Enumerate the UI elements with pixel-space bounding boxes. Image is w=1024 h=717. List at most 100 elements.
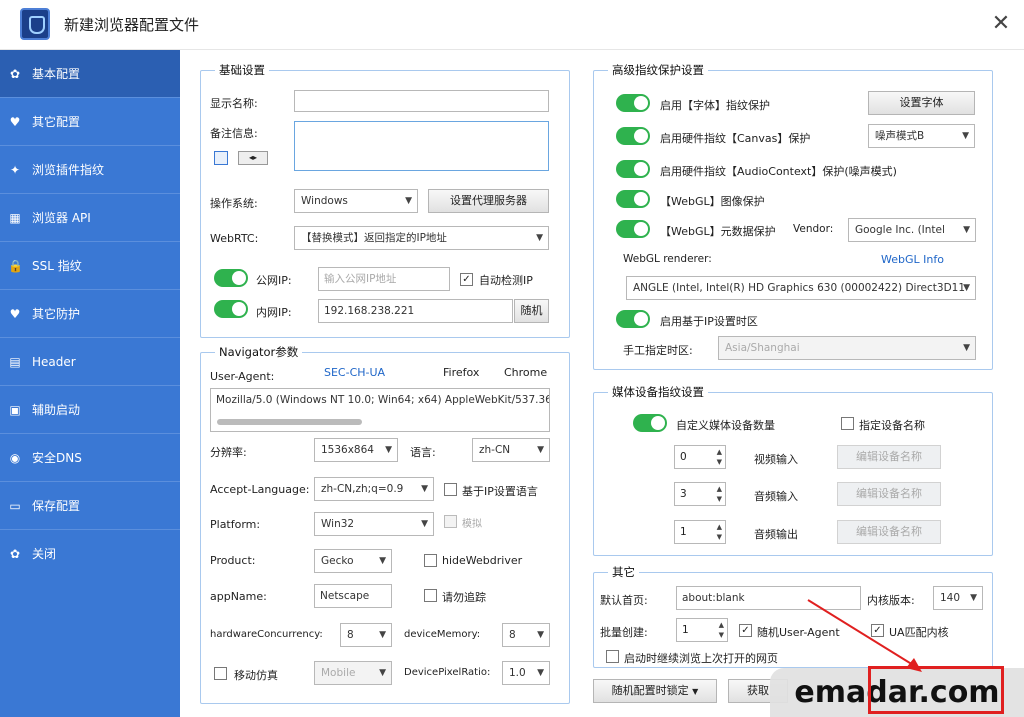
homepage-input[interactable]: about:blank xyxy=(676,586,861,610)
language-select[interactable]: zh-CN ▼ xyxy=(472,438,550,462)
webgl-image-toggle[interactable] xyxy=(616,190,650,208)
audio-output-spinner[interactable]: 1 ▲ ▼ xyxy=(674,520,726,544)
random-ua-checkbox[interactable]: ✓ xyxy=(739,624,752,637)
sec-ch-ua-link[interactable]: SEC-CH-UA xyxy=(324,366,385,379)
proxy-settings-button[interactable]: 设置代理服务器 xyxy=(428,189,549,213)
chevron-down-icon: ▼ xyxy=(421,519,428,529)
mobile-value: Mobile xyxy=(321,667,356,679)
platform-select[interactable]: Win32 ▼ xyxy=(314,512,434,536)
vendor-select[interactable]: Google Inc. (Intel ▼ xyxy=(848,218,976,242)
group-title: 其它 xyxy=(608,564,639,580)
sidebar-item-browser-api[interactable]: ▦ 浏览器 API xyxy=(0,194,180,242)
webrtc-select[interactable]: 【替换模式】返回指定的IP地址 ▼ xyxy=(294,226,549,250)
private-ip-input[interactable]: 192.168.238.221 xyxy=(318,299,513,323)
audio-input-spinner[interactable]: 3 ▲ ▼ xyxy=(674,482,726,506)
dpr-select[interactable]: 1.0 ▼ xyxy=(502,661,550,685)
manual-timezone-select[interactable]: Asia/Shanghai ▼ xyxy=(718,336,976,360)
edit-audio-output-button[interactable]: 编辑设备名称 xyxy=(837,520,941,544)
sidebar-item-other-config[interactable]: ♥ 其它配置 xyxy=(0,98,180,146)
spinner-arrows-icon[interactable]: ▲ ▼ xyxy=(717,484,722,504)
lock-random-config-button[interactable]: 随机配置时锁定 ▼ xyxy=(593,679,717,703)
appname-input[interactable]: Netscape xyxy=(314,584,392,608)
sidebar-item-label: Header xyxy=(32,355,76,369)
chevron-down-icon: ▼ xyxy=(379,556,386,566)
public-ip-input[interactable]: 输入公网IP地址 xyxy=(318,267,450,291)
device-memory-value: 8 xyxy=(509,629,516,641)
sidebar-item-plugin-fingerprint[interactable]: ✦ 浏览插件指纹 xyxy=(0,146,180,194)
device-name-checkbox[interactable] xyxy=(841,417,854,430)
custom-media-toggle[interactable] xyxy=(633,414,667,432)
device-memory-select[interactable]: 8 ▼ xyxy=(502,623,550,647)
continue-session-checkbox[interactable] xyxy=(606,650,619,663)
spinner-arrows-icon[interactable]: ▲ ▼ xyxy=(719,620,724,640)
note-label: 备注信息: xyxy=(210,127,258,140)
audio-input-label: 音频输入 xyxy=(754,490,798,503)
chevron-down-icon: ▼ xyxy=(385,445,392,455)
audio-protection-toggle[interactable] xyxy=(616,160,650,178)
kernel-version-label: 内核版本: xyxy=(867,594,915,607)
mobile-select[interactable]: Mobile ▼ xyxy=(314,661,392,685)
hardware-concurrency-select[interactable]: 8 ▼ xyxy=(340,623,392,647)
os-value: Windows xyxy=(301,195,348,207)
sidebar-item-label: 浏览器 API xyxy=(32,211,91,225)
dnt-checkbox[interactable] xyxy=(424,589,437,602)
sidebar-item-dns[interactable]: ◉ 安全DNS xyxy=(0,434,180,482)
sidebar-item-ssl[interactable]: 🔒 SSL 指纹 xyxy=(0,242,180,290)
display-name-label: 显示名称: xyxy=(210,97,258,110)
edit-video-device-button[interactable]: 编辑设备名称 xyxy=(837,445,941,469)
spinner-arrows-icon[interactable]: ▲ ▼ xyxy=(717,522,722,542)
resolution-select[interactable]: 1536x864 ▼ xyxy=(314,438,398,462)
canvas-mode-select[interactable]: 噪声模式B ▼ xyxy=(868,124,975,148)
ip-language-checkbox[interactable] xyxy=(444,483,457,496)
webgl-renderer-select[interactable]: ANGLE (Intel, Intel(R) HD Graphics 630 (… xyxy=(626,276,976,300)
chrome-option[interactable]: Chrome xyxy=(504,366,547,379)
audio-output-value: 1 xyxy=(680,526,687,538)
sidebar-item-launch[interactable]: ▣ 辅助启动 xyxy=(0,386,180,434)
video-input-spinner[interactable]: 0 ▲ ▼ xyxy=(674,445,726,469)
kernel-version-select[interactable]: 140 ▼ xyxy=(933,586,983,610)
hardware-concurrency-label: hardwareConcurrency: xyxy=(210,629,323,640)
chevron-down-icon: ▼ xyxy=(963,225,970,235)
accept-language-select[interactable]: zh-CN,zh;q=0.9 ▼ xyxy=(314,477,434,501)
homepage-label: 默认首页: xyxy=(600,594,648,607)
sidebar-item-header[interactable]: ▤ Header xyxy=(0,338,180,386)
edit-audio-input-button[interactable]: 编辑设备名称 xyxy=(837,482,941,506)
mobile-emulation-checkbox[interactable] xyxy=(214,667,227,680)
firefox-option[interactable]: Firefox xyxy=(443,366,479,379)
close-button[interactable]: ✕ xyxy=(986,10,1016,40)
note-arrows-icon[interactable]: ◂▸ xyxy=(238,151,268,165)
user-agent-textarea[interactable]: Mozilla/5.0 (Windows NT 10.0; Win64; x64… xyxy=(210,388,550,432)
font-protection-toggle[interactable] xyxy=(616,94,650,112)
ua-scrollbar[interactable] xyxy=(217,419,362,425)
sidebar-item-label: 辅助启动 xyxy=(32,403,81,417)
sidebar-item-close[interactable]: ✿ 关闭 xyxy=(0,530,180,578)
webgl-info-link[interactable]: WebGL Info xyxy=(881,253,944,266)
ua-match-kernel-checkbox[interactable]: ✓ xyxy=(871,624,884,637)
sidebar-item-save[interactable]: ▭ 保存配置 xyxy=(0,482,180,530)
spinner-arrows-icon[interactable]: ▲ ▼ xyxy=(717,447,722,467)
private-ip-toggle[interactable] xyxy=(214,300,248,318)
hardware-concurrency-value: 8 xyxy=(347,629,354,641)
product-select[interactable]: Gecko ▼ xyxy=(314,549,392,573)
timezone-toggle[interactable] xyxy=(616,310,650,328)
device-memory-label: deviceMemory: xyxy=(404,629,481,640)
note-textarea[interactable] xyxy=(294,121,549,171)
auto-detect-ip-checkbox[interactable]: ✓ xyxy=(460,273,473,286)
webrtc-value: 【替换模式】返回指定的IP地址 xyxy=(301,232,447,244)
random-ip-button[interactable]: 随机 xyxy=(514,299,549,323)
chevron-down-icon: ▼ xyxy=(379,630,386,640)
os-select[interactable]: Windows ▼ xyxy=(294,189,418,213)
chevron-down-icon: ▼ xyxy=(537,630,544,640)
hide-webdriver-checkbox[interactable] xyxy=(424,554,437,567)
batch-create-spinner[interactable]: 1 ▲ ▼ xyxy=(676,618,728,642)
sidebar-item-protection[interactable]: ♥ 其它防护 xyxy=(0,290,180,338)
platform-checkbox[interactable] xyxy=(444,515,457,528)
canvas-protection-toggle[interactable] xyxy=(616,127,650,145)
webgl-meta-toggle[interactable] xyxy=(616,220,650,238)
chevron-down-icon: ▼ xyxy=(537,445,544,455)
display-name-input[interactable] xyxy=(294,90,549,112)
note-image-icon[interactable] xyxy=(214,151,228,165)
sidebar-item-basic[interactable]: ✿ 基本配置 xyxy=(0,50,180,98)
set-font-button[interactable]: 设置字体 xyxy=(868,91,975,115)
public-ip-toggle[interactable] xyxy=(214,269,248,287)
